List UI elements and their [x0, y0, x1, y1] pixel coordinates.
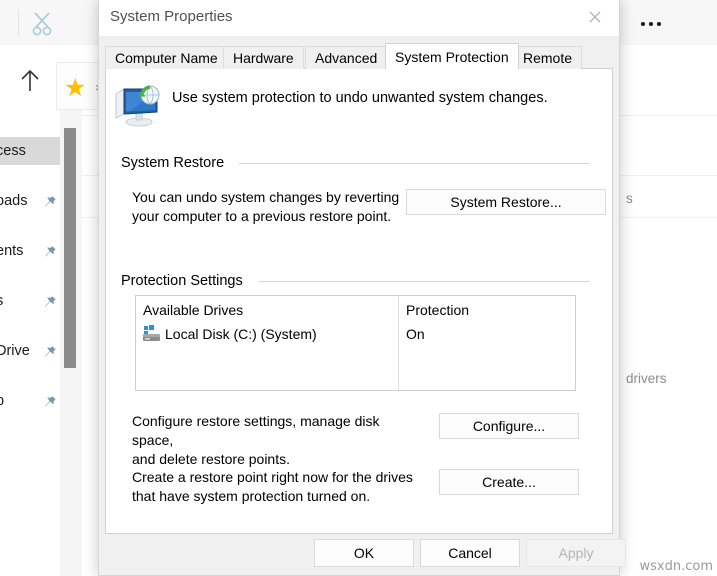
dialog-footer: OK Cancel Apply	[99, 534, 626, 574]
pin-icon[interactable]	[42, 293, 57, 309]
pin-icon[interactable]	[42, 193, 57, 209]
header-description: Use system protection to undo unwanted s…	[172, 90, 548, 106]
available-drives-listbox[interactable]: Available Drives Protection Local Disk (…	[135, 295, 576, 392]
pin-icon[interactable]	[42, 243, 57, 259]
system-properties-dialog: System Properties Computer Name Hardware…	[98, 0, 626, 576]
tab-hardware[interactable]: Hardware	[223, 46, 304, 69]
sidebar-item-label: cess	[0, 143, 26, 159]
dialog-title: System Properties	[110, 8, 233, 25]
system-protection-icon	[113, 78, 165, 128]
pin-icon[interactable]	[42, 393, 57, 409]
sidebar-item-documents[interactable]: ents	[0, 237, 60, 265]
sidebar-item-quick-access[interactable]: cess	[0, 137, 60, 165]
sidebar-scrollbar-thumb[interactable]	[64, 128, 76, 368]
sidebar-item-label: Drive	[0, 343, 30, 359]
apply-button: Apply	[526, 539, 626, 567]
sidebar-item-label: oads	[0, 193, 28, 209]
system-restore-button[interactable]: System Restore...	[406, 189, 606, 215]
dialog-body: Computer Name Hardware Advanced System P…	[99, 36, 626, 574]
file-list-text: drivers	[626, 371, 667, 386]
system-restore-group-line	[239, 163, 590, 164]
file-list-text: s	[626, 191, 633, 206]
sidebar-item-desktop[interactable]: p	[0, 387, 60, 415]
tab-computer-name[interactable]: Computer Name	[105, 46, 228, 69]
protection-settings-group-label: Protection Settings	[121, 273, 250, 289]
tab-strip: Computer Name Hardware Advanced System P…	[105, 43, 613, 69]
create-description: Create a restore point right now for the…	[132, 469, 413, 504]
listbox-column-separator	[398, 296, 399, 392]
scissors-icon[interactable]	[28, 10, 56, 36]
explorer-sidebar: cess oads ents s Drive	[0, 115, 60, 576]
screen: ★ × cess oads ents s	[0, 0, 717, 576]
up-arrow-icon[interactable]	[18, 67, 42, 93]
pin-icon[interactable]	[42, 343, 57, 359]
sidebar-item-pictures[interactable]: s	[0, 287, 60, 315]
tab-advanced[interactable]: Advanced	[305, 46, 388, 69]
column-header-available-drives: Available Drives	[143, 302, 244, 318]
sidebar-item-onedrive[interactable]: Drive	[0, 337, 60, 365]
system-restore-group-label: System Restore	[121, 155, 232, 171]
column-header-protection: Protection	[406, 302, 470, 318]
sidebar-item-label: ents	[0, 243, 24, 259]
cancel-button[interactable]: Cancel	[420, 539, 520, 567]
local-disk-icon	[142, 325, 162, 343]
dialog-title-bar[interactable]: System Properties	[99, 0, 619, 36]
ok-button[interactable]: OK	[314, 539, 414, 567]
protection-settings-group-line	[259, 281, 590, 282]
star-icon[interactable]: ★	[64, 76, 88, 101]
drive-name-cell: Local Disk (C:) (System)	[165, 326, 317, 342]
configure-description: Configure restore settings, manage disk …	[132, 413, 380, 467]
toolbar-separator	[18, 10, 19, 36]
drive-protection-cell: On	[406, 326, 425, 342]
tab-system-protection[interactable]: System Protection	[385, 43, 519, 69]
system-restore-description: You can undo system changes by reverting…	[132, 189, 400, 224]
sidebar-item-downloads[interactable]: oads	[0, 187, 60, 215]
watermark: wsxdn.com	[639, 559, 714, 574]
create-button[interactable]: Create...	[439, 469, 579, 495]
ellipsis-icon[interactable]	[630, 12, 672, 36]
tab-remote[interactable]: Remote	[513, 46, 583, 69]
configure-button[interactable]: Configure...	[439, 413, 579, 439]
sidebar-item-label: p	[0, 393, 5, 409]
sidebar-item-label: s	[0, 287, 3, 315]
close-icon[interactable]	[573, 0, 617, 34]
